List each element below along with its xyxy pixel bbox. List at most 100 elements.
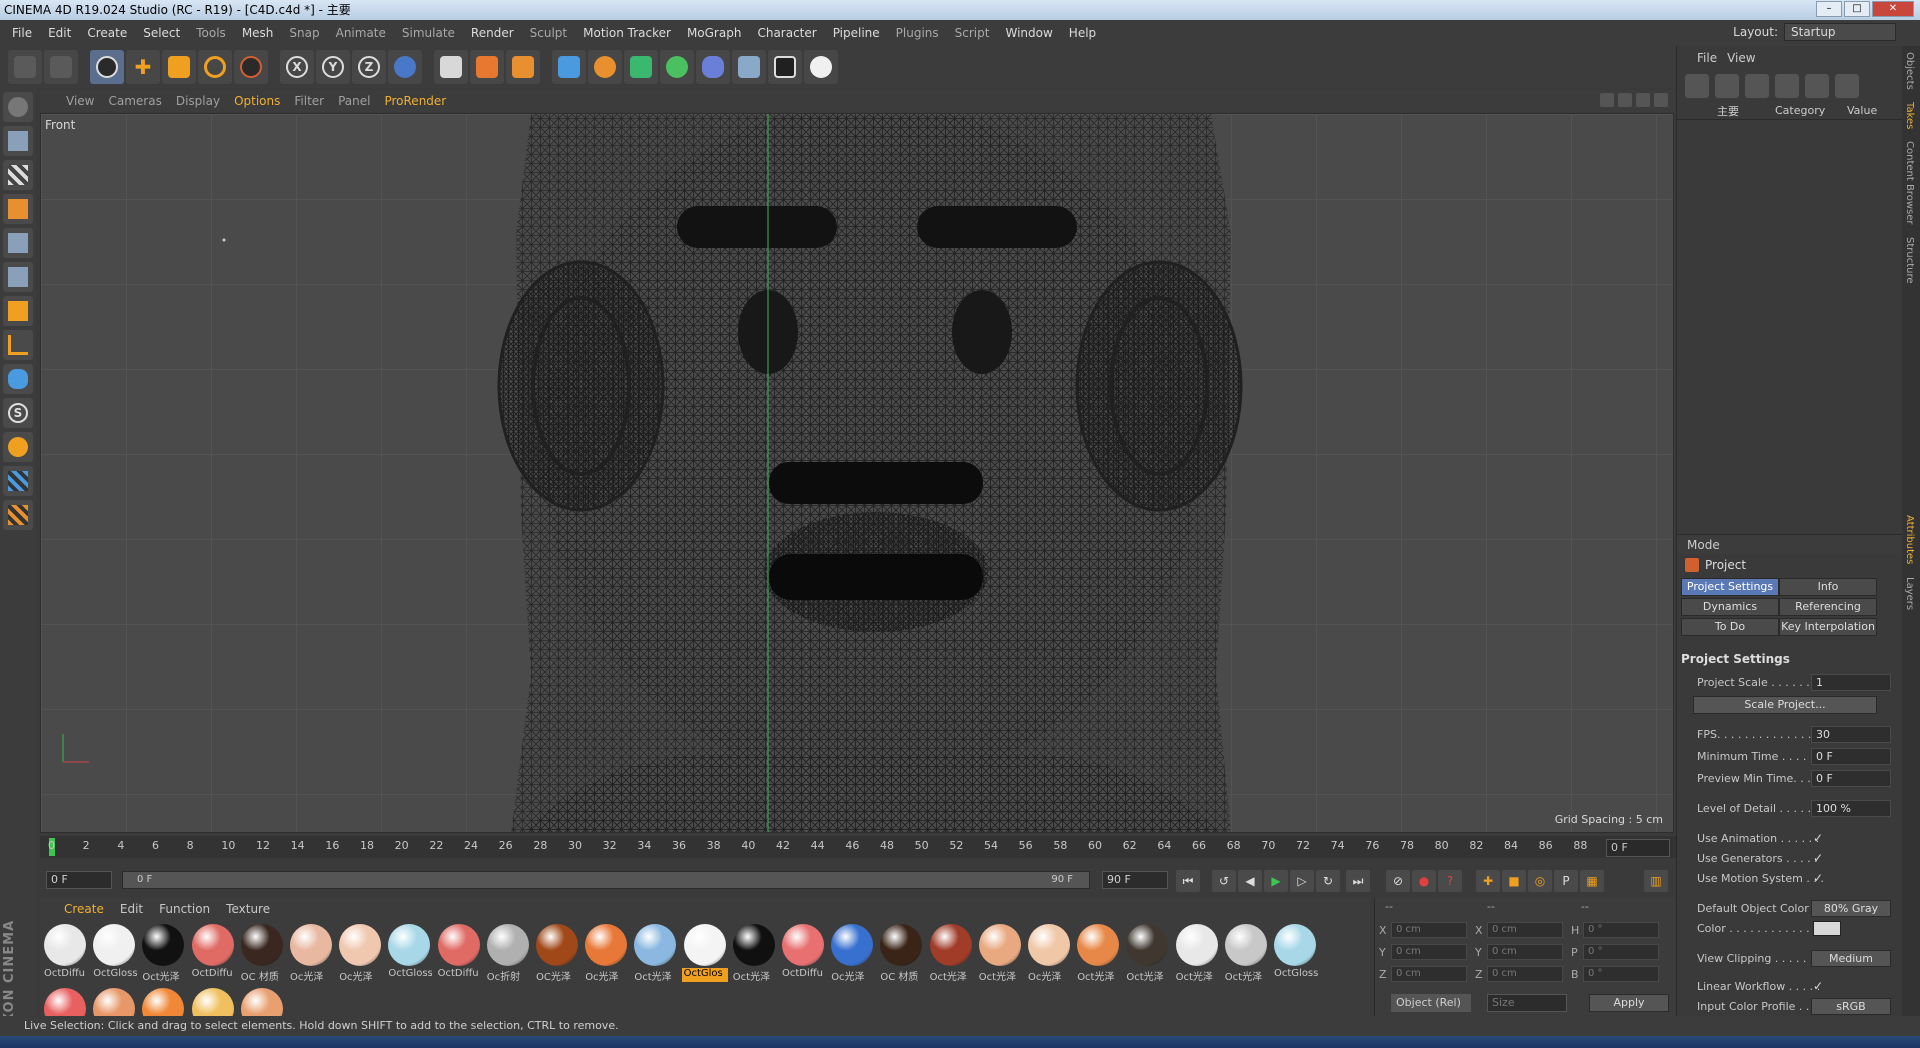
toggle-view-icon[interactable] bbox=[1654, 93, 1668, 107]
menu-window[interactable]: Window bbox=[997, 26, 1060, 40]
root-take[interactable]: 主要 bbox=[1717, 103, 1739, 119]
material-menu-function[interactable]: Function bbox=[159, 902, 210, 920]
start-frame-field[interactable]: 0 F bbox=[46, 871, 112, 889]
current-frame-field[interactable]: 0 F bbox=[1606, 839, 1670, 857]
go-to-end-icon[interactable]: ⏭ bbox=[1346, 870, 1370, 892]
viewport-menu-cameras[interactable]: Cameras bbox=[108, 94, 161, 108]
tab-key-interpolation[interactable]: Key Interpolation bbox=[1779, 618, 1877, 636]
take-auto-icon[interactable] bbox=[1775, 74, 1799, 98]
material-swatch[interactable]: OctDiffu bbox=[780, 922, 826, 984]
rotation-h-field[interactable]: 0 ° bbox=[1583, 922, 1659, 938]
planar-workplane-icon[interactable] bbox=[3, 500, 33, 530]
project-scale-field[interactable]: 1 bbox=[1811, 674, 1891, 691]
previous-key-icon[interactable]: ↺ bbox=[1212, 870, 1236, 892]
light-button[interactable] bbox=[804, 50, 838, 84]
material-swatch[interactable]: OctGlos bbox=[681, 922, 728, 984]
side-tab-attributes[interactable]: Attributes bbox=[1902, 509, 1917, 570]
layout-selector[interactable]: Layout: Startup bbox=[1733, 23, 1896, 41]
material-swatch[interactable]: Oc光泽 bbox=[288, 922, 334, 984]
material-swatch[interactable]: OctGloss bbox=[1272, 922, 1318, 984]
cube-object-button[interactable] bbox=[552, 50, 586, 84]
menu-render[interactable]: Render bbox=[463, 26, 522, 40]
go-to-start-icon[interactable]: ⏮ bbox=[1176, 870, 1200, 892]
preview-min-field[interactable]: 0 F bbox=[1811, 770, 1891, 787]
material-swatch[interactable]: OctDiffu bbox=[42, 922, 88, 984]
material-swatch[interactable]: Oc光泽 bbox=[583, 922, 629, 984]
take-lock-icon[interactable] bbox=[1835, 74, 1859, 98]
menu-snap[interactable]: Snap bbox=[281, 26, 327, 40]
menu-plugins[interactable]: Plugins bbox=[888, 26, 947, 40]
viewport-menu-view[interactable]: View bbox=[66, 94, 94, 108]
render-settings-button[interactable] bbox=[506, 50, 540, 84]
menu-tools[interactable]: Tools bbox=[188, 26, 234, 40]
edges-mode-icon[interactable] bbox=[3, 262, 33, 292]
view-clipping-dropdown[interactable]: Medium bbox=[1811, 950, 1891, 967]
move-view-icon[interactable] bbox=[1600, 93, 1614, 107]
fps-field[interactable]: 30 bbox=[1811, 726, 1891, 743]
menu-edit[interactable]: Edit bbox=[40, 26, 79, 40]
color-swatch[interactable] bbox=[1813, 921, 1841, 936]
subdivision-surface-button[interactable] bbox=[624, 50, 658, 84]
previous-frame-icon[interactable]: ◀ bbox=[1238, 870, 1262, 892]
object-menu-file[interactable]: File bbox=[1697, 51, 1717, 65]
side-tab-takes[interactable]: Takes bbox=[1902, 96, 1917, 135]
material-swatch[interactable]: OC 材质 bbox=[878, 922, 924, 984]
material-swatch[interactable]: OctDiffu bbox=[436, 922, 482, 984]
viewport-menu-panel[interactable]: Panel bbox=[338, 94, 370, 108]
key-pla-icon[interactable]: ▦ bbox=[1580, 870, 1604, 892]
material-swatch[interactable]: Oct光泽 bbox=[731, 922, 777, 984]
timeline-window-icon[interactable]: ▥ bbox=[1644, 870, 1668, 892]
tab-to-do[interactable]: To Do bbox=[1681, 618, 1779, 636]
texture-mode-icon[interactable] bbox=[3, 160, 33, 190]
viewport-front[interactable]: Front Grid Spacing : 5 cm bbox=[40, 113, 1674, 833]
z-axis-button[interactable]: Z bbox=[352, 50, 386, 84]
key-parameter-icon[interactable]: P bbox=[1554, 870, 1578, 892]
play-icon[interactable]: ▶ bbox=[1264, 870, 1288, 892]
position-y-field[interactable]: 0 cm bbox=[1391, 944, 1467, 960]
scale-tool-button[interactable] bbox=[162, 50, 196, 84]
side-tab-content-browser[interactable]: Content Browser bbox=[1902, 135, 1917, 230]
deformer-button[interactable] bbox=[696, 50, 730, 84]
end-frame-field[interactable]: 90 F bbox=[1102, 871, 1168, 889]
material-menu-create[interactable]: Create bbox=[64, 902, 104, 920]
use-animation-checkbox[interactable]: ✓ bbox=[1813, 831, 1825, 845]
object-tree[interactable] bbox=[1677, 120, 1902, 510]
take-override-icon[interactable] bbox=[1745, 74, 1769, 98]
menu-animate[interactable]: Animate bbox=[328, 26, 394, 40]
viewport-menu-options[interactable]: Options bbox=[234, 94, 280, 108]
side-tab-layers[interactable]: Layers bbox=[1902, 571, 1917, 616]
take-render-icon[interactable] bbox=[1805, 74, 1829, 98]
material-swatch[interactable]: Oc光泽 bbox=[829, 922, 875, 984]
tab-info[interactable]: Info bbox=[1779, 578, 1877, 596]
rotation-b-field[interactable]: 0 ° bbox=[1583, 966, 1659, 982]
material-swatch[interactable]: Oct光泽 bbox=[1075, 922, 1121, 984]
points-mode-icon[interactable] bbox=[3, 228, 33, 258]
tab-project-settings[interactable]: Project Settings bbox=[1681, 578, 1779, 596]
material-swatch[interactable]: Oct光泽 bbox=[928, 922, 974, 984]
tab-referencing[interactable]: Referencing bbox=[1779, 598, 1877, 616]
maximize-button[interactable]: □ bbox=[1844, 1, 1870, 17]
next-key-icon[interactable]: ↻ bbox=[1316, 870, 1340, 892]
default-color-dropdown[interactable]: 80% Gray bbox=[1811, 900, 1891, 917]
coord-mode-dropdown[interactable]: Object (Rel) bbox=[1391, 994, 1471, 1012]
zoom-view-icon[interactable] bbox=[1618, 93, 1632, 107]
tweak-mode-icon[interactable] bbox=[3, 364, 33, 394]
apply-button[interactable]: Apply bbox=[1589, 994, 1669, 1012]
material-menu-texture[interactable]: Texture bbox=[226, 902, 270, 920]
locked-workplane-icon[interactable] bbox=[3, 466, 33, 496]
material-swatch[interactable]: Oc折射 bbox=[485, 922, 531, 984]
render-view-button[interactable] bbox=[434, 50, 468, 84]
size-z-field[interactable]: 0 cm bbox=[1487, 966, 1563, 982]
material-swatch[interactable]: Oct光泽 bbox=[632, 922, 678, 984]
attr-mode-menu[interactable]: Mode bbox=[1687, 538, 1720, 552]
minimize-button[interactable]: – bbox=[1816, 1, 1842, 17]
menu-motion-tracker[interactable]: Motion Tracker bbox=[575, 26, 679, 40]
key-rotation-icon[interactable]: ◎ bbox=[1528, 870, 1552, 892]
snap-icon[interactable]: S bbox=[3, 398, 33, 428]
material-swatch[interactable]: Oct光泽 bbox=[977, 922, 1023, 984]
viewport-menu-display[interactable]: Display bbox=[176, 94, 220, 108]
render-picture-viewer-button[interactable] bbox=[470, 50, 504, 84]
redo-button[interactable] bbox=[44, 50, 78, 84]
rotation-p-field[interactable]: 0 ° bbox=[1583, 944, 1659, 960]
rotate-tool-button[interactable] bbox=[198, 50, 232, 84]
